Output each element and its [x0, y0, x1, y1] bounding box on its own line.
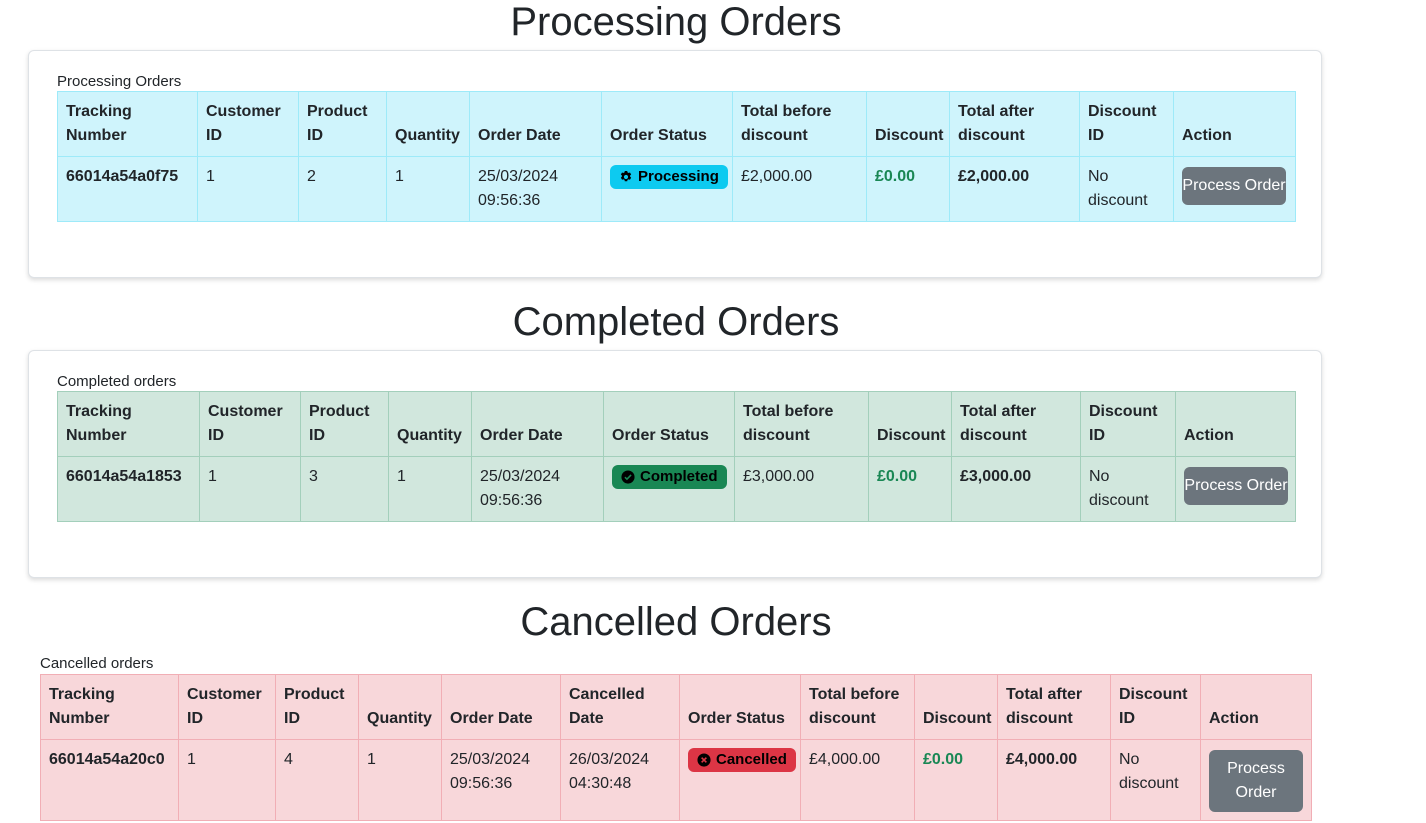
action-cell: Process Order	[1200, 739, 1312, 821]
x-circle-icon	[697, 753, 711, 767]
status-badge-label: Processing	[638, 168, 719, 185]
processing-table-caption: Processing Orders	[57, 73, 182, 90]
header-discount: Discount	[914, 674, 998, 740]
status-badge: Processing	[610, 165, 728, 189]
table-row: 66014a54a0f75 1 2 1 25/03/2024 09:56:36 …	[57, 156, 1296, 222]
header-quantity: Quantity	[358, 674, 442, 740]
discount-id: No discount	[1110, 739, 1201, 821]
completed-orders-card: Completed orders Tracking Number Custome…	[28, 350, 1322, 578]
completed-orders-title: Completed Orders	[512, 300, 840, 344]
order-status-cell: Processing	[601, 156, 733, 222]
process-order-button[interactable]: Process Order	[1184, 467, 1288, 505]
header-order-status: Order Status	[603, 391, 735, 457]
table-header-row: Tracking Number Customer ID Product ID Q…	[57, 91, 1296, 157]
header-tracking-number: Tracking Number	[57, 391, 200, 457]
header-total-after-discount: Total after discount	[951, 391, 1081, 457]
header-total-after-discount: Total after discount	[997, 674, 1111, 740]
header-product-id: Product ID	[300, 391, 389, 457]
header-order-date: Order Date	[471, 391, 604, 457]
order-date: 25/03/2024 09:56:36	[469, 156, 602, 222]
discount-id: No discount	[1080, 456, 1176, 522]
action-cell: Process Order	[1173, 156, 1296, 222]
status-badge-label: Cancelled	[716, 751, 787, 768]
check-circle-icon	[621, 470, 635, 484]
process-order-button[interactable]: Process Order	[1209, 750, 1303, 812]
discount-value: £0.00	[914, 739, 998, 821]
tracking-number: 66014a54a1853	[57, 456, 200, 522]
header-product-id: Product ID	[298, 91, 387, 157]
header-quantity: Quantity	[388, 391, 472, 457]
cancelled-orders-title: Cancelled Orders	[520, 600, 832, 644]
header-total-before-discount: Total before discount	[800, 674, 915, 740]
processing-orders-table: Tracking Number Customer ID Product ID Q…	[57, 91, 1296, 222]
header-total-before-discount: Total before discount	[732, 91, 867, 157]
quantity: 1	[358, 739, 442, 821]
process-order-button[interactable]: Process Order	[1182, 167, 1286, 205]
header-discount: Discount	[868, 391, 952, 457]
order-status-cell: Cancelled	[679, 739, 801, 821]
tracking-number: 66014a54a0f75	[57, 156, 198, 222]
action-cell: Process Order	[1175, 456, 1296, 522]
header-customer-id: Customer ID	[178, 674, 276, 740]
header-product-id: Product ID	[275, 674, 359, 740]
header-discount-id: Discount ID	[1079, 91, 1174, 157]
header-action: Action	[1175, 391, 1296, 457]
header-customer-id: Customer ID	[199, 391, 301, 457]
table-row: 66014a54a1853 1 3 1 25/03/2024 09:56:36 …	[57, 456, 1296, 522]
gear-icon	[619, 170, 633, 184]
customer-id: 1	[197, 156, 299, 222]
total-before-discount: £2,000.00	[732, 156, 867, 222]
header-order-date: Order Date	[469, 91, 602, 157]
header-cancelled-date: Cancelled Date	[560, 674, 680, 740]
header-total-after-discount: Total after discount	[949, 91, 1080, 157]
completed-orders-table: Tracking Number Customer ID Product ID Q…	[57, 391, 1296, 522]
discount-value: £0.00	[866, 156, 950, 222]
header-discount-id: Discount ID	[1110, 674, 1201, 740]
order-date: 25/03/2024 09:56:36	[441, 739, 561, 821]
product-id: 4	[275, 739, 359, 821]
order-date: 25/03/2024 09:56:36	[471, 456, 604, 522]
product-id: 2	[298, 156, 387, 222]
cancelled-date: 26/03/2024 04:30:48	[560, 739, 680, 821]
customer-id: 1	[178, 739, 276, 821]
total-before-discount: £4,000.00	[800, 739, 915, 821]
processing-orders-title: Processing Orders	[510, 0, 842, 44]
header-order-status: Order Status	[601, 91, 733, 157]
processing-orders-card: Processing Orders Tracking Number Custom…	[28, 50, 1322, 278]
discount-id: No discount	[1079, 156, 1174, 222]
completed-table-caption: Completed orders	[57, 373, 177, 390]
cancelled-orders-table: Tracking Number Customer ID Product ID Q…	[40, 674, 1312, 821]
header-order-status: Order Status	[679, 674, 801, 740]
header-total-before-discount: Total before discount	[734, 391, 869, 457]
product-id: 3	[300, 456, 389, 522]
quantity: 1	[388, 456, 472, 522]
total-after-discount: £2,000.00	[949, 156, 1080, 222]
status-badge: Completed	[612, 465, 727, 489]
header-tracking-number: Tracking Number	[40, 674, 179, 740]
header-action: Action	[1200, 674, 1312, 740]
quantity: 1	[386, 156, 470, 222]
header-discount: Discount	[866, 91, 950, 157]
header-order-date: Order Date	[441, 674, 561, 740]
table-header-row: Tracking Number Customer ID Product ID Q…	[57, 391, 1296, 457]
header-action: Action	[1173, 91, 1296, 157]
header-quantity: Quantity	[386, 91, 470, 157]
header-tracking-number: Tracking Number	[57, 91, 198, 157]
table-row: 66014a54a20c0 1 4 1 25/03/2024 09:56:36 …	[40, 739, 1312, 821]
status-badge-label: Completed	[640, 468, 718, 485]
order-status-cell: Completed	[603, 456, 735, 522]
discount-value: £0.00	[868, 456, 952, 522]
total-before-discount: £3,000.00	[734, 456, 869, 522]
total-after-discount: £3,000.00	[951, 456, 1081, 522]
status-badge: Cancelled	[688, 748, 796, 772]
header-discount-id: Discount ID	[1080, 391, 1176, 457]
customer-id: 1	[199, 456, 301, 522]
tracking-number: 66014a54a20c0	[40, 739, 179, 821]
total-after-discount: £4,000.00	[997, 739, 1111, 821]
cancelled-table-caption: Cancelled orders	[40, 655, 154, 672]
table-header-row: Tracking Number Customer ID Product ID Q…	[40, 674, 1312, 740]
header-customer-id: Customer ID	[197, 91, 299, 157]
